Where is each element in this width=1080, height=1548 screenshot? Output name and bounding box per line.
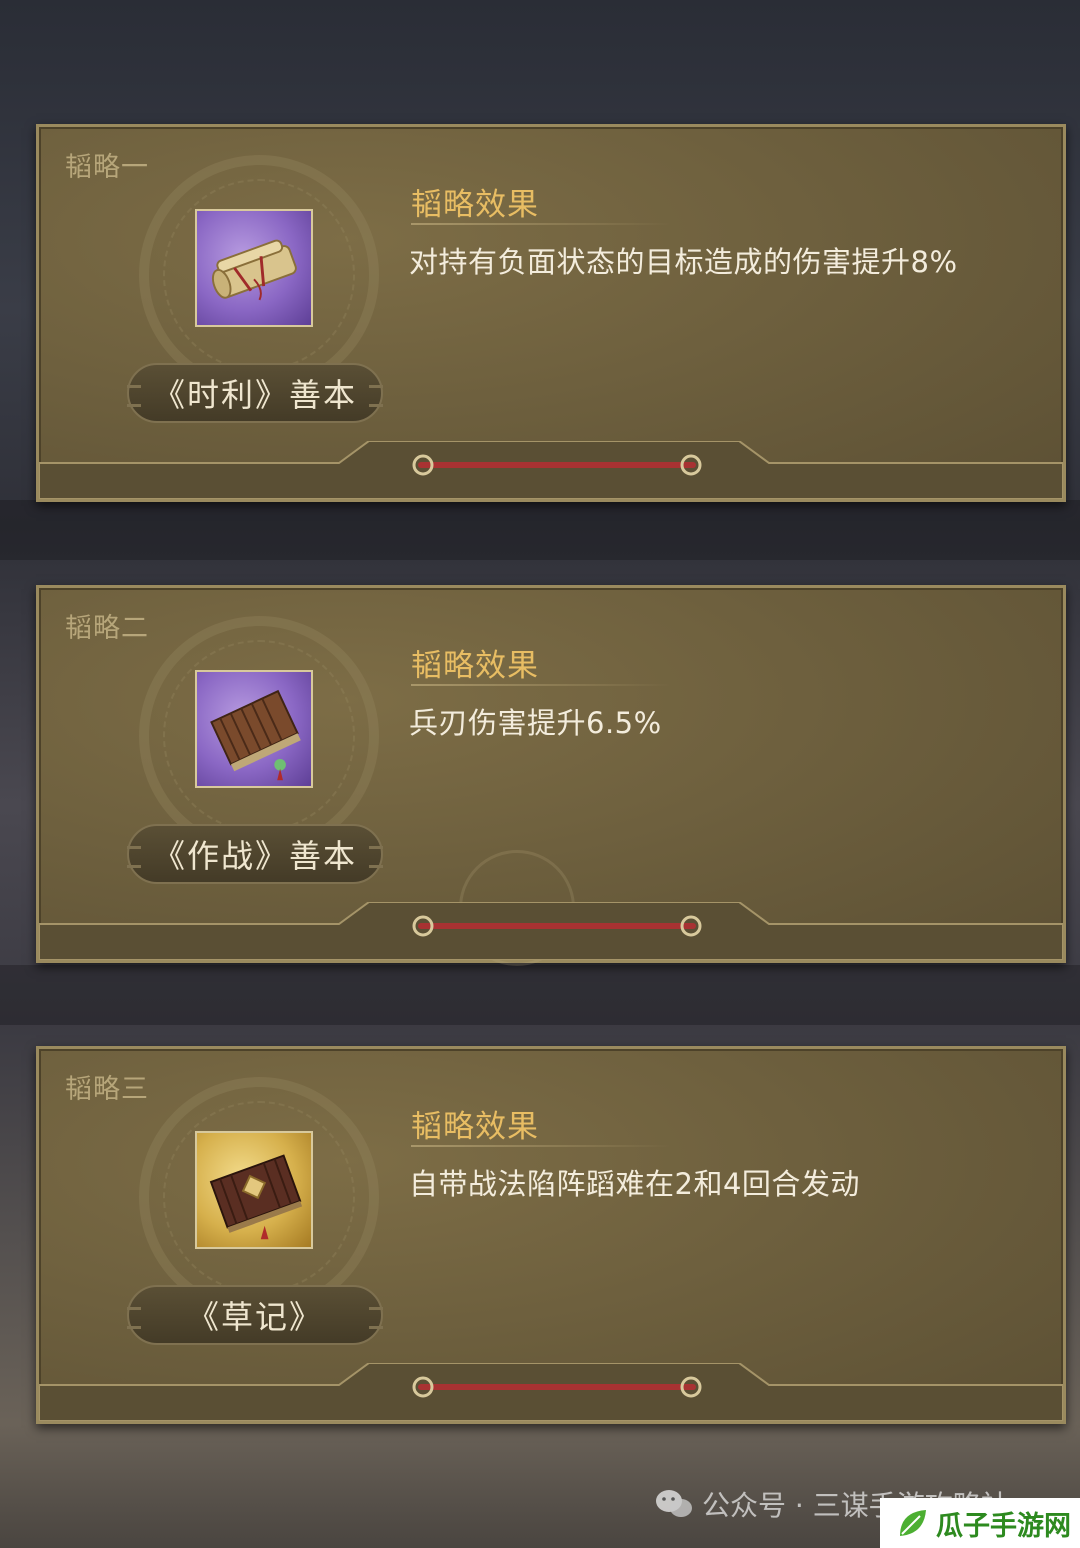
item-name-plate: 《作战》善本 (127, 824, 383, 884)
title-divider (411, 1145, 671, 1147)
scroll-bundle-icon[interactable] (195, 209, 313, 327)
card-bottom-bar (39, 902, 1063, 960)
strategy-card-1[interactable]: 韬略一 《时利》善本 韬略效果 对持有负面状态的目标造成的伤害提升8% (36, 124, 1066, 502)
item-name-plate: 《草记》 (127, 1285, 383, 1345)
title-divider (411, 684, 671, 686)
sealed-book-icon[interactable] (195, 1131, 313, 1249)
strategy-card-2[interactable]: 韬略二 《作战》善本 韬略效果 兵刃伤害提升6.5% (36, 585, 1066, 966)
effect-title: 韬略效果 (411, 648, 539, 684)
wechat-icon (656, 1490, 692, 1517)
title-divider (411, 223, 671, 225)
effect-description: 兵刃伤害提升6.5% (409, 706, 662, 740)
slot-label: 韬略三 (65, 1074, 149, 1105)
bamboo-book-icon[interactable] (195, 670, 313, 788)
card-bottom-bar (39, 441, 1063, 499)
effect-description: 对持有负面状态的目标造成的伤害提升8% (409, 245, 958, 279)
site-badge[interactable]: 瓜子手游网 (880, 1498, 1080, 1548)
background-beam (0, 965, 1080, 1025)
effect-title: 韬略效果 (411, 1109, 539, 1145)
background-beam (0, 500, 1080, 560)
effect-title: 韬略效果 (411, 187, 539, 223)
card-bottom-bar (39, 1363, 1063, 1421)
slot-label: 韬略二 (65, 613, 149, 644)
item-name-plate: 《时利》善本 (127, 363, 383, 423)
effect-description: 自带战法陷阵蹈难在2和4回合发动 (409, 1167, 860, 1201)
slot-label: 韬略一 (65, 152, 149, 183)
leaf-icon (900, 1510, 926, 1536)
strategy-card-3[interactable]: 韬略三 《草记》 韬略效果 自带战法陷阵蹈难在2和4回合发动 (36, 1046, 1066, 1424)
site-badge-text: 瓜子手游网 (936, 1510, 1071, 1542)
